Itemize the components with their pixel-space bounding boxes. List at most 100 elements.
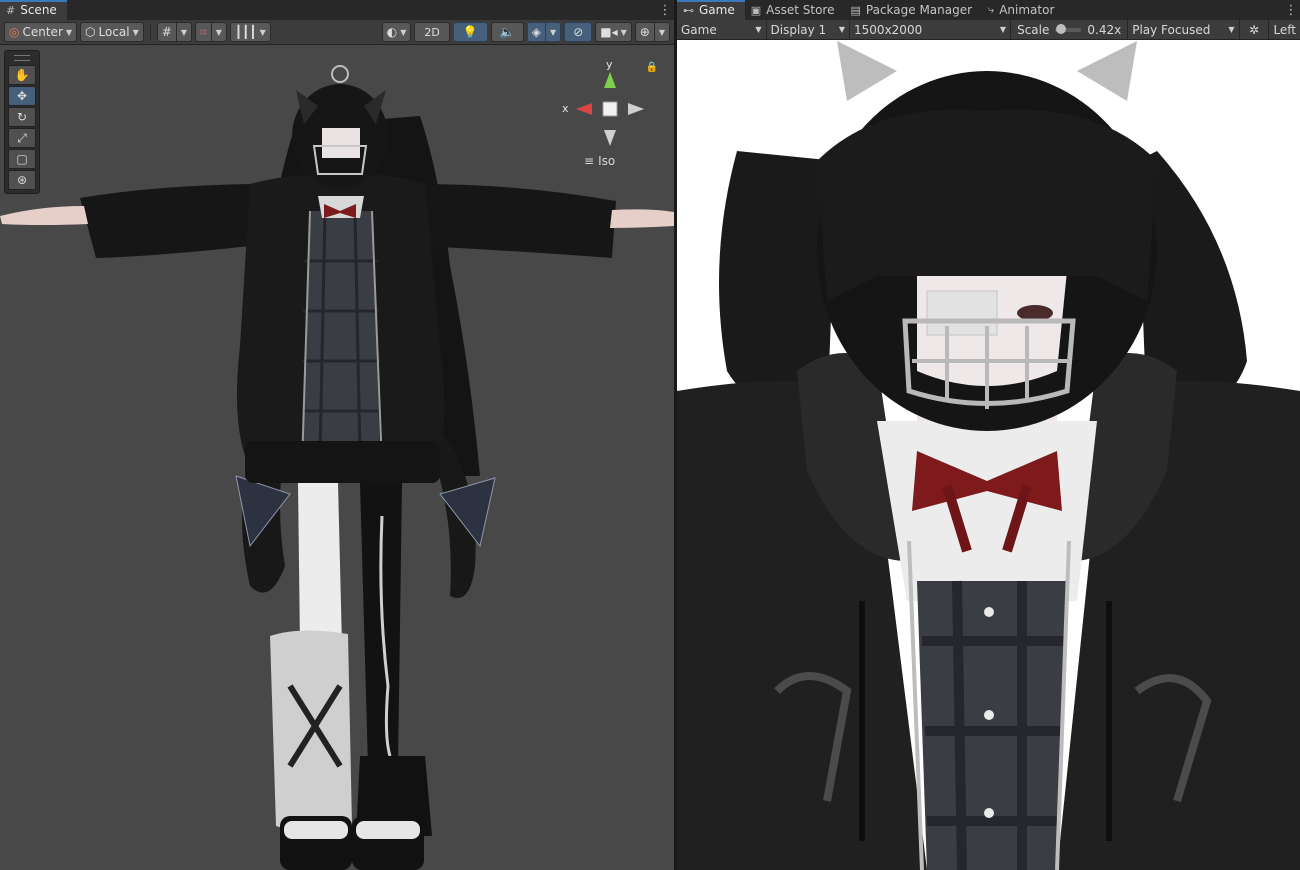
right-sleeve-shape xyxy=(420,184,616,258)
closeup-left-ear-shape xyxy=(837,41,897,101)
tab-game[interactable]: ⊷ Game xyxy=(677,0,745,20)
move-arrows-icon: ✥ xyxy=(16,89,28,103)
pivot-center-icon: ◎ xyxy=(9,25,20,39)
debug-button[interactable]: ✲ xyxy=(1240,20,1270,39)
snap-grid-icon: ⌗ xyxy=(200,24,207,39)
scene-panel: # Scene ⋮ ◎ Center ▼ ⬡ Local ▼ # ▼ ⌗ ▼ ┃… xyxy=(0,0,674,870)
toolstrip-grip[interactable] xyxy=(14,55,30,61)
gizmo-x-cone[interactable] xyxy=(576,103,592,115)
grid-visibility-dropdown[interactable]: ▼ xyxy=(176,22,192,42)
space-dropdown[interactable]: ⬡ Local ▼ xyxy=(80,22,144,42)
orientation-gizmo[interactable]: 🔒 y x ≡ Iso xyxy=(560,58,660,168)
rect-tool-button[interactable]: ▢ xyxy=(8,149,36,169)
grid-snap-button[interactable]: ⌗ xyxy=(195,22,212,42)
space-label: Local xyxy=(98,25,130,39)
scale-slider[interactable] xyxy=(1055,23,1082,34)
lock-icon[interactable]: 🔒 xyxy=(646,62,658,73)
closeup-bangs-shape xyxy=(817,109,1157,301)
gizmo-x-label: x xyxy=(562,102,569,115)
scale-tool-button[interactable]: ⤢ xyxy=(8,128,36,148)
ahoge-halo-shape xyxy=(331,65,349,83)
transform-tool-button[interactable]: ⊛ xyxy=(8,170,36,190)
tab-animator[interactable]: ⤷ Animator xyxy=(982,0,1064,20)
toggle-2d-label: 2D xyxy=(424,25,440,39)
tab-asset-store-label: Asset Store xyxy=(766,3,835,17)
animator-icon: ⤷ xyxy=(988,3,995,16)
gizmo-neg-y-cone[interactable] xyxy=(604,130,616,146)
increment-snap-dropdown[interactable]: ┃┃┃ ▼ xyxy=(229,22,271,42)
snap-group: ⌗ ▼ xyxy=(195,22,227,42)
tab-package-manager-label: Package Manager xyxy=(865,3,973,17)
gizmo-y-label: y xyxy=(606,58,613,71)
left-sleeve-shape xyxy=(80,184,250,258)
scale-control: Scale 0.42x xyxy=(1011,20,1129,39)
grid-icon: # xyxy=(161,25,172,39)
chevron-down-icon: ▼ xyxy=(65,27,73,37)
transform-toolstrip: ✋ ✥ ↻ ⤢ ▢ ⊛ xyxy=(4,50,40,194)
hand-tool-button[interactable]: ✋ xyxy=(8,65,36,85)
scale-slider-knob[interactable] xyxy=(1056,23,1067,34)
grid-snap-group: # ▼ xyxy=(156,22,192,42)
camera-icon: ■◂ xyxy=(600,25,618,39)
tab-package-manager[interactable]: ▤ Package Manager xyxy=(844,0,982,20)
gizmo-neg-x-cone[interactable] xyxy=(628,103,644,115)
layers-icon: ◈ xyxy=(531,25,542,39)
lighting-toggle[interactable]: 💡 xyxy=(452,22,488,42)
chevron-down-icon: ▼ xyxy=(132,27,139,37)
resolution-dropdown[interactable]: 1500x2000 ▼ xyxy=(850,20,1012,39)
game-tabbar: ⊷ Game ▣ Asset Store ▤ Package Manager ⤷… xyxy=(677,0,1300,20)
view-dropdown[interactable]: Game ▼ xyxy=(677,20,767,39)
game-panel: ⊷ Game ▣ Asset Store ▤ Package Manager ⤷… xyxy=(677,0,1300,870)
grid-snap-dropdown[interactable]: ▼ xyxy=(211,22,227,42)
shopping-bag-icon: ▣ xyxy=(750,3,762,17)
gizmos-dropdown[interactable]: ▼ xyxy=(654,22,670,42)
draw-mode-dropdown[interactable]: ◐ ▼ xyxy=(381,22,412,42)
camera-dropdown[interactable]: ■◂ ▼ xyxy=(595,22,632,42)
chevron-down-icon: ▼ xyxy=(1228,25,1235,34)
grid-icon: # xyxy=(6,3,16,17)
audio-toggle[interactable]: 🔈 xyxy=(490,22,524,42)
gizmo-y-cone[interactable] xyxy=(604,72,616,88)
game-toolbar: Game ▼ Display 1 ▼ 1500x2000 ▼ Scale 0.4… xyxy=(677,20,1300,40)
scene-viewport[interactable]: ✋ ✥ ↻ ⤢ ▢ ⊛ 🔒 y x ≡ Iso xyxy=(0,46,674,870)
game-kebab-menu-icon[interactable]: ⋮ xyxy=(1282,0,1300,20)
tab-scene[interactable]: # Scene xyxy=(0,0,67,20)
gizmos-toggle[interactable]: ⊕ xyxy=(634,22,655,42)
globe-icon: ⊕ xyxy=(639,25,650,39)
effects-dropdown[interactable]: ▼ xyxy=(546,22,562,42)
toggle-2d-button[interactable]: 2D xyxy=(414,22,450,42)
hoodie-hem-shape xyxy=(245,441,440,483)
rotate-tool-button[interactable]: ↻ xyxy=(8,107,36,127)
chevron-down-icon: ▼ xyxy=(400,27,407,37)
grid-visibility-button[interactable]: # xyxy=(156,22,177,42)
avatar-model-render[interactable] xyxy=(0,46,674,870)
chevron-down-icon: ▼ xyxy=(180,27,187,37)
scene-kebab-menu-icon[interactable]: ⋮ xyxy=(656,0,674,20)
left-hand-shape xyxy=(0,206,88,225)
tab-animator-label: Animator xyxy=(999,3,1055,17)
scene-toolbar: ◎ Center ▼ ⬡ Local ▼ # ▼ ⌗ ▼ ┃┃┃ ▼ ◐ ▼ 2… xyxy=(0,20,674,45)
scale-label: Scale xyxy=(1017,22,1050,37)
tab-asset-store[interactable]: ▣ Asset Store xyxy=(745,0,845,20)
chevron-down-icon: ▼ xyxy=(838,25,846,34)
effects-toggle[interactable]: ◈ xyxy=(526,22,547,42)
left-shoe-toe-shape xyxy=(284,821,348,839)
hand-icon: ✋ xyxy=(14,68,30,82)
display-dropdown[interactable]: Display 1 ▼ xyxy=(767,20,851,39)
cube-icon: ⬡ xyxy=(85,25,96,39)
trailing-dropdown[interactable]: Left xyxy=(1269,20,1300,39)
light-bulb-icon: 💡 xyxy=(462,25,478,39)
game-view-render[interactable] xyxy=(677,41,1300,870)
gamepad-icon: ⊷ xyxy=(683,3,694,17)
scene-visibility-toggle[interactable]: ⊘ xyxy=(564,22,593,42)
chevron-down-icon: ▼ xyxy=(999,25,1007,34)
move-tool-button[interactable]: ✥ xyxy=(8,86,36,106)
closeup-right-ear-shape xyxy=(1077,41,1137,101)
rotate-icon: ↻ xyxy=(16,110,28,124)
projection-toggle[interactable]: ≡ Iso xyxy=(584,154,615,168)
play-mode-dropdown[interactable]: Play Focused ▼ xyxy=(1128,20,1240,39)
pivot-dropdown[interactable]: ◎ Center ▼ xyxy=(4,22,78,42)
chevron-down-icon: ▼ xyxy=(259,27,266,37)
gizmo-center-cube[interactable] xyxy=(602,101,618,117)
closeup-plaid-shape xyxy=(917,581,1067,870)
